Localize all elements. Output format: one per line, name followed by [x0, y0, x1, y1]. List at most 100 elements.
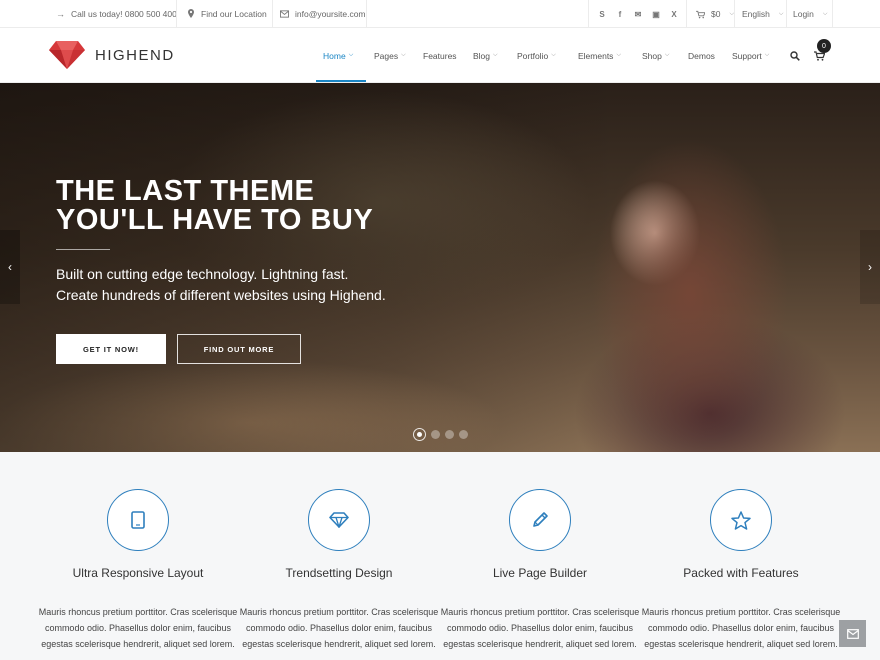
logo-text: HIGHEND: [95, 46, 175, 64]
diamond-icon: [329, 512, 349, 528]
chevron-down-icon: ⌵: [551, 52, 556, 58]
cart-icon: [696, 10, 705, 19]
logo[interactable]: HIGHEND: [49, 41, 175, 69]
chevron-left-icon: ‹: [8, 260, 12, 274]
slider-next-button[interactable]: ›: [860, 230, 880, 304]
mail-icon: [846, 628, 859, 639]
search-icon: [790, 50, 800, 61]
feature-icon-circle: [509, 489, 571, 551]
find-out-more-button[interactable]: FIND OUT MORE: [177, 334, 301, 364]
hero-subtitle-line-2: Create hundreds of different websites us…: [56, 287, 386, 303]
nav-portfolio-label: Portfolio: [517, 50, 549, 61]
search-button[interactable]: [790, 28, 800, 83]
cart-count-badge: 0: [817, 39, 831, 53]
feature-title: Live Page Builder: [492, 566, 588, 580]
slider-pagination: [413, 428, 468, 441]
phone-item[interactable]: → Call us today! 0800 500 400: [48, 0, 185, 28]
email-text: info@yoursite.com: [295, 9, 366, 19]
ruby-logo-icon: [49, 41, 85, 69]
chevron-down-icon: ⌵: [493, 52, 498, 58]
hero-subtitle: Built on cutting edge technology. Lightn…: [56, 264, 476, 306]
nav-home[interactable]: Home ⌵: [323, 28, 353, 83]
language-select[interactable]: English ⌵: [734, 0, 791, 28]
nav-blog[interactable]: Blog ⌵: [473, 28, 498, 83]
hero-divider: [56, 249, 110, 250]
divider: [176, 0, 177, 28]
location-text: Find our Location: [201, 9, 267, 19]
nav-support[interactable]: Support ⌵: [732, 28, 769, 83]
divider: [366, 0, 367, 28]
arrow-right-icon: →: [56, 9, 65, 19]
phone-text: Call us today! 0800 500 400: [71, 9, 177, 19]
feature-text: Mauris rhoncus pretium porttitor. Cras s…: [440, 607, 640, 649]
envelope-icon: [280, 10, 289, 19]
star-icon: [731, 510, 751, 530]
nav-demos-label: Demos: [688, 50, 715, 61]
features-section: Ultra Responsive Layout Mauris rhoncus p…: [0, 452, 880, 660]
chevron-down-icon: ⌵: [764, 52, 770, 58]
contact-float-button[interactable]: [839, 620, 866, 647]
divider: [588, 0, 589, 28]
slider-prev-button[interactable]: ‹: [0, 230, 20, 304]
tablet-icon: [131, 511, 145, 529]
feature-text: Mauris rhoncus pretium porttitor. Cras s…: [239, 607, 439, 649]
slider-dot[interactable]: [459, 430, 468, 439]
nav-blog-label: Blog: [473, 50, 491, 61]
twitter-icon[interactable]: ✉: [633, 9, 643, 19]
language-text: English: [742, 9, 770, 19]
cart-total-text: $0: [711, 9, 721, 19]
feature-title: Trendsetting Design: [285, 566, 393, 580]
chevron-right-icon: ›: [868, 260, 872, 274]
email-item[interactable]: info@yoursite.com: [272, 0, 374, 28]
login-link[interactable]: Login ⌵: [785, 0, 835, 28]
nav-demos[interactable]: Demos: [688, 28, 715, 83]
nav-shop[interactable]: Shop ⌵: [642, 28, 669, 83]
feature-icon-circle: [710, 489, 772, 551]
instagram-icon[interactable]: ▣: [651, 9, 661, 19]
slider-dot[interactable]: [431, 430, 440, 439]
feature-icon-circle: [308, 489, 370, 551]
facebook-icon[interactable]: f: [615, 9, 625, 19]
nav-features[interactable]: Features: [423, 28, 457, 83]
chevron-down-icon: ⌵: [348, 52, 354, 58]
feature-title: Packed with Features: [683, 566, 799, 580]
site-header: HIGHEND Home ⌵ Pages ⌵ Features Blog ⌵ P…: [0, 28, 880, 83]
skype-icon[interactable]: S: [597, 9, 607, 19]
hero-subtitle-line-1: Built on cutting edge technology. Lightn…: [56, 266, 349, 282]
xing-icon[interactable]: X: [669, 9, 679, 19]
nav-portfolio[interactable]: Portfolio ⌵: [517, 28, 556, 83]
location-item[interactable]: Find our Location: [178, 0, 275, 28]
nav-pages-label: Pages: [374, 50, 399, 61]
feature-icon-circle: [107, 489, 169, 551]
hero-title: THE LAST THEME YOU'LL HAVE TO BUY: [56, 177, 516, 235]
hero-title-line-2: YOU'LL HAVE TO BUY: [56, 204, 374, 236]
feature-text: Mauris rhoncus pretium porttitor. Cras s…: [641, 607, 841, 649]
nav-pages[interactable]: Pages ⌵: [374, 28, 406, 83]
nav-support-label: Support: [732, 50, 762, 61]
divider: [832, 0, 833, 28]
nav-home-label: Home: [323, 50, 346, 61]
slider-dot[interactable]: [445, 430, 454, 439]
hero-slider: THE LAST THEME YOU'LL HAVE TO BUY Built …: [0, 83, 880, 452]
active-nav-indicator: [316, 80, 366, 82]
hero-title-line-1: THE LAST THEME: [56, 175, 315, 207]
top-bar: → Call us today! 0800 500 400 Find our L…: [0, 0, 880, 28]
chevron-down-icon: ⌵: [822, 10, 828, 17]
nav-elements-label: Elements: [578, 50, 614, 61]
map-pin-icon: [186, 9, 195, 19]
login-text: Login: [793, 9, 814, 19]
feature-text: Mauris rhoncus pretium porttitor. Cras s…: [38, 607, 238, 649]
chevron-down-icon: ⌵: [616, 52, 621, 58]
feature-title: Ultra Responsive Layout: [72, 566, 204, 580]
cart-button[interactable]: [814, 28, 825, 83]
get-it-now-button[interactable]: GET IT NOW!: [56, 334, 166, 364]
chevron-down-icon: ⌵: [778, 10, 784, 17]
nav-features-label: Features: [423, 50, 457, 61]
divider: [686, 0, 687, 28]
slider-dot[interactable]: [413, 428, 426, 441]
chevron-down-icon: ⌵: [401, 52, 406, 58]
nav-shop-label: Shop: [642, 50, 662, 61]
pencil-icon: [533, 512, 548, 527]
chevron-down-icon: ⌵: [664, 52, 670, 58]
nav-elements[interactable]: Elements ⌵: [578, 28, 621, 83]
